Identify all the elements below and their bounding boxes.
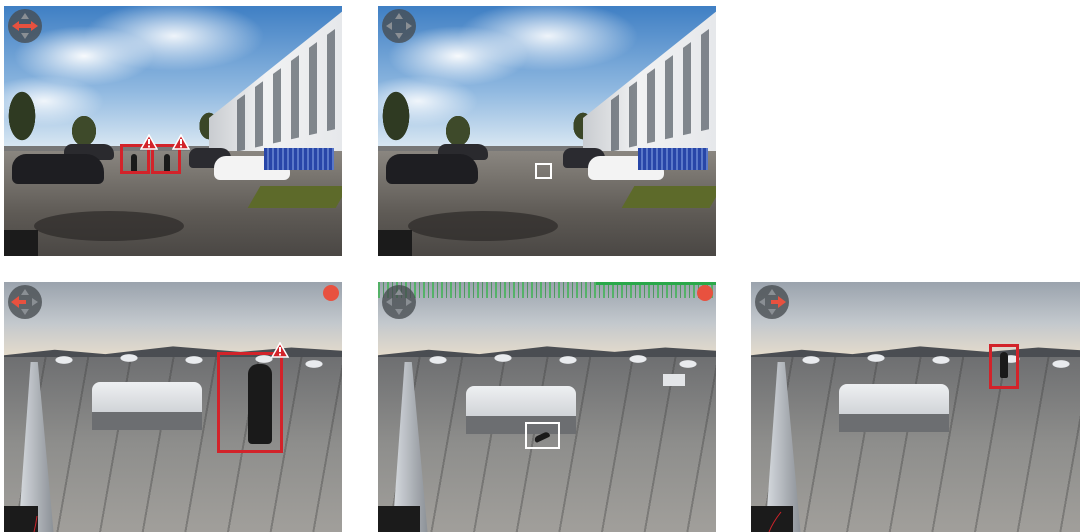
shadow (408, 211, 558, 241)
fence (264, 148, 334, 170)
minimap[interactable] (378, 506, 420, 532)
detection-box-alert[interactable] (989, 344, 1019, 389)
ptz-arrows-icon (11, 289, 38, 315)
recording-indicator (323, 285, 339, 301)
ptz-control[interactable] (382, 9, 416, 43)
camera-view-3[interactable] (4, 282, 342, 532)
ptz-arrows-icon (386, 289, 412, 315)
minimap[interactable] (4, 230, 38, 256)
lawn (247, 186, 342, 208)
lawn (621, 186, 716, 208)
detection-box-alert[interactable] (217, 352, 283, 453)
skylight-dome (839, 384, 949, 432)
ptz-control[interactable] (382, 285, 416, 319)
minimap-trace (768, 511, 782, 532)
sky (751, 282, 1080, 357)
recording-indicator (697, 285, 713, 301)
ptz-arrows-icon (759, 289, 786, 315)
warning-icon (271, 342, 289, 358)
shadow (34, 211, 184, 241)
detection-box-neutral[interactable] (535, 163, 552, 179)
ptz-arrows-icon (386, 13, 412, 39)
ptz-control[interactable] (755, 285, 789, 319)
minimap[interactable] (751, 506, 793, 532)
car (386, 154, 478, 184)
ptz-control[interactable] (8, 9, 42, 43)
camera-view-2[interactable] (378, 6, 716, 256)
ptz-arrows-icon (12, 13, 38, 39)
warning-icon (172, 134, 190, 150)
minimap[interactable] (378, 230, 412, 256)
minimap[interactable] (4, 506, 38, 532)
sky (4, 282, 342, 357)
car (12, 154, 104, 184)
rooftop-vents (34, 352, 342, 372)
ptz-control[interactable] (8, 285, 42, 319)
rooftop-vents (781, 352, 1080, 372)
rooftop-unit (663, 374, 685, 386)
skylight-dome (92, 382, 202, 430)
signal-noise (596, 282, 716, 285)
camera-view-1[interactable] (4, 6, 342, 256)
rooftop-vents (408, 352, 716, 372)
detection-box-neutral[interactable] (525, 422, 560, 449)
warning-icon (140, 134, 158, 150)
camera-view-4[interactable] (378, 282, 716, 532)
fence (638, 148, 708, 170)
minimap-trace (33, 515, 38, 532)
camera-view-5[interactable] (751, 282, 1080, 532)
